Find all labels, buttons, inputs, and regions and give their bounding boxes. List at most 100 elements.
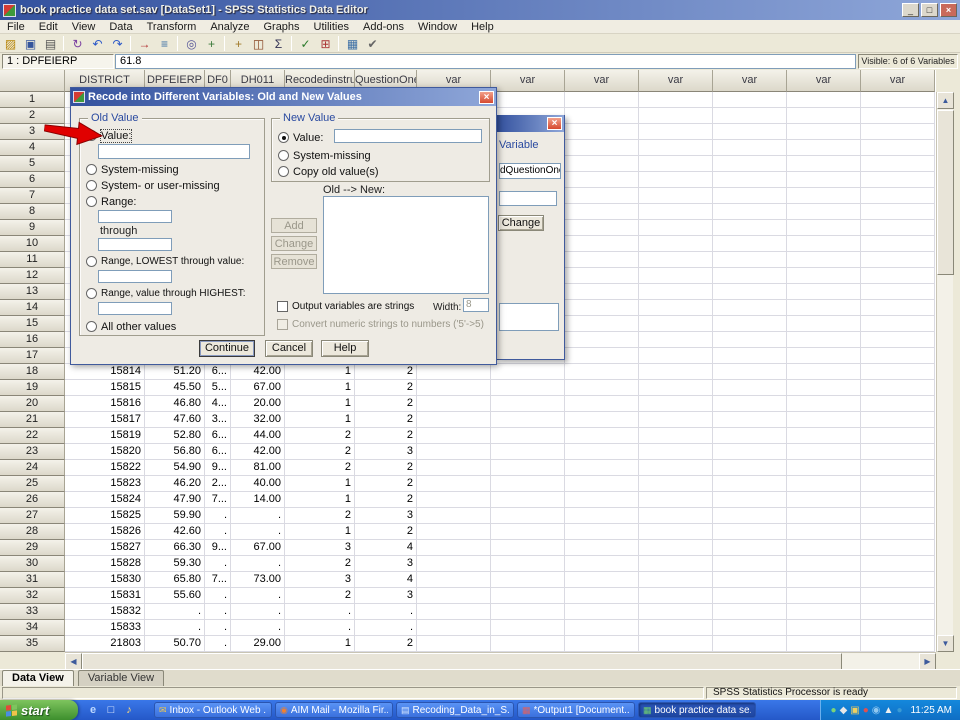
data-cell[interactable] [639,172,713,188]
data-cell[interactable] [787,620,861,636]
data-cell[interactable] [417,572,491,588]
data-cell[interactable] [713,140,787,156]
data-cell[interactable]: 1 [285,380,355,396]
new-value-radio[interactable]: Value: [278,131,323,144]
data-cell[interactable] [565,172,639,188]
data-cell[interactable] [787,492,861,508]
data-cell[interactable] [861,476,935,492]
data-cell[interactable]: . [355,604,417,620]
data-cell[interactable] [417,492,491,508]
data-cell[interactable]: 4... [205,396,231,412]
range-from-input[interactable] [98,210,172,223]
data-cell[interactable]: 15832 [65,604,145,620]
row-header[interactable]: 14 [0,300,65,316]
row-header[interactable]: 25 [0,476,65,492]
data-cell[interactable]: . [145,604,205,620]
data-cell[interactable]: 47.60 [145,412,205,428]
data-cell[interactable] [565,508,639,524]
data-cell[interactable]: . [231,524,285,540]
data-cell[interactable] [417,620,491,636]
data-cell[interactable] [639,268,713,284]
convert-numeric-checkbox[interactable]: Convert numeric strings to numbers ('5'-… [277,318,484,331]
data-cell[interactable] [491,636,565,652]
output-variable-name-field[interactable]: dQuestionOne [499,163,561,179]
data-cell[interactable] [565,348,639,364]
data-cell[interactable] [787,556,861,572]
data-cell[interactable] [787,540,861,556]
open-file-icon[interactable]: ▨ [1,35,20,52]
data-cell[interactable] [787,364,861,380]
row-header[interactable]: 7 [0,188,65,204]
data-cell[interactable] [639,588,713,604]
data-cell[interactable]: 44.00 [231,428,285,444]
data-cell[interactable]: 15820 [65,444,145,460]
data-cell[interactable]: 51.20 [145,364,205,380]
data-cell[interactable] [861,524,935,540]
data-cell[interactable]: 15831 [65,588,145,604]
cancel-button[interactable]: Cancel [265,340,313,357]
data-cell[interactable]: 4 [355,572,417,588]
data-cell[interactable] [417,588,491,604]
data-cell[interactable]: 15815 [65,380,145,396]
data-cell[interactable]: 52.80 [145,428,205,444]
data-cell[interactable] [861,396,935,412]
data-cell[interactable] [713,92,787,108]
data-cell[interactable] [417,364,491,380]
horizontal-scrollbar-thumb[interactable] [82,653,842,670]
data-cell[interactable] [565,428,639,444]
data-cell[interactable]: . [205,524,231,540]
data-cell[interactable] [787,156,861,172]
data-cell[interactable]: . [285,604,355,620]
data-cell[interactable]: . [231,604,285,620]
data-cell[interactable]: 59.30 [145,556,205,572]
data-cell[interactable]: 6... [205,428,231,444]
data-cell[interactable] [713,236,787,252]
data-cell[interactable] [417,380,491,396]
data-cell[interactable] [417,412,491,428]
row-header[interactable]: 22 [0,428,65,444]
scroll-left-icon[interactable]: ◀ [65,653,82,670]
data-cell[interactable] [491,604,565,620]
row-header[interactable]: 5 [0,156,65,172]
data-cell[interactable]: 2 [355,428,417,444]
row-header[interactable]: 27 [0,508,65,524]
row-header[interactable]: 32 [0,588,65,604]
data-cell[interactable] [713,172,787,188]
data-cell[interactable] [787,524,861,540]
data-cell[interactable] [491,476,565,492]
data-cell[interactable] [861,300,935,316]
data-cell[interactable]: 1 [285,364,355,380]
data-cell[interactable] [565,540,639,556]
data-cell[interactable] [787,140,861,156]
data-cell[interactable] [565,92,639,108]
data-cell[interactable]: 2 [285,428,355,444]
add-button[interactable]: Add [271,218,317,233]
spellcheck-icon[interactable]: ✔ [363,35,382,52]
data-cell[interactable] [639,284,713,300]
data-cell[interactable] [861,508,935,524]
recode-main-dialog-titlebar[interactable]: × [497,115,564,132]
data-cell[interactable] [417,396,491,412]
data-cell[interactable] [713,124,787,140]
data-cell[interactable]: 3 [355,508,417,524]
data-cell[interactable]: 2... [205,476,231,492]
split-file-icon[interactable]: ◫ [249,35,268,52]
data-cell[interactable] [639,332,713,348]
data-cell[interactable]: 2 [355,364,417,380]
data-cell[interactable]: 21803 [65,636,145,652]
range-to-input[interactable] [98,238,172,251]
data-cell[interactable] [787,172,861,188]
data-cell[interactable]: 32.00 [231,412,285,428]
data-cell[interactable]: 46.20 [145,476,205,492]
data-cell[interactable] [713,316,787,332]
data-cell[interactable]: 2 [285,444,355,460]
data-cell[interactable] [713,268,787,284]
data-cell[interactable] [787,300,861,316]
tray-messenger-icon[interactable]: ● [831,705,837,716]
data-cell[interactable] [491,556,565,572]
row-header[interactable]: 34 [0,620,65,636]
data-cell[interactable] [639,444,713,460]
data-cell[interactable] [639,604,713,620]
taskbar-task-button[interactable]: ✉Inbox - Outlook Web ... [154,702,272,718]
data-cell[interactable] [787,572,861,588]
